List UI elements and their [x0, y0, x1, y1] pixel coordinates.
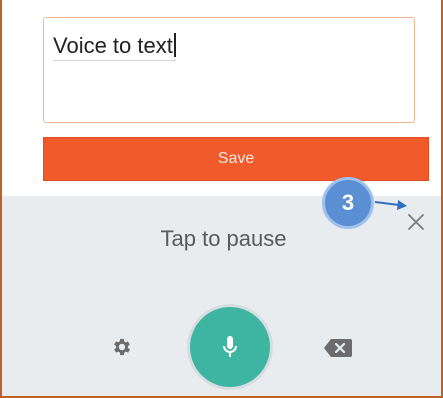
text-input-content: Voice to text — [53, 33, 173, 58]
text-caret — [173, 33, 176, 57]
editor-area: Voice to text Save — [2, 0, 441, 196]
mic-button[interactable] — [190, 307, 270, 387]
close-icon[interactable] — [406, 212, 426, 232]
step-arrow-icon — [374, 200, 407, 210]
step-badge: 3 — [322, 177, 374, 229]
step-badge-number: 3 — [341, 190, 355, 215]
voice-status-text[interactable]: Tap to pause — [2, 226, 441, 252]
app-frame: Voice to text Save Tap to pause 3 — [0, 0, 443, 398]
microphone-icon — [223, 336, 237, 357]
gear-icon[interactable] — [111, 336, 133, 358]
save-button[interactable]: Save — [43, 137, 429, 181]
text-input-value: Voice to text — [53, 33, 176, 61]
save-button-label: Save — [217, 150, 255, 167]
text-input[interactable]: Voice to text — [43, 17, 415, 123]
backspace-icon[interactable] — [323, 338, 353, 358]
